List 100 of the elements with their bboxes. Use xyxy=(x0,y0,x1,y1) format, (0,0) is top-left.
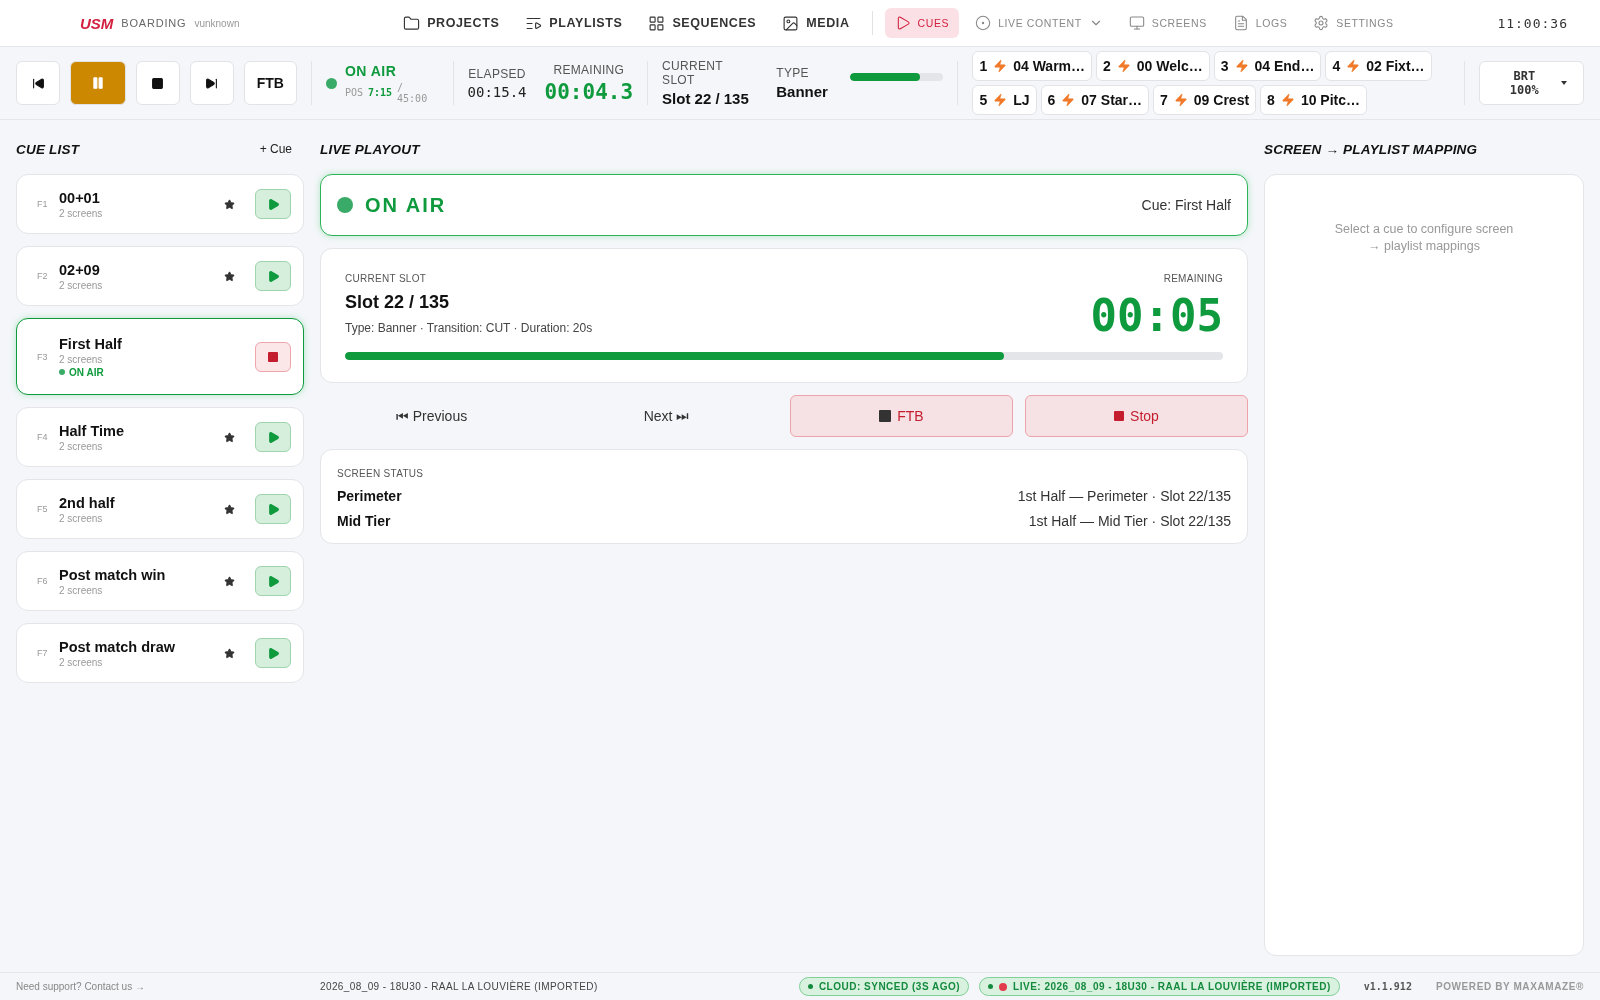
user-name: vunknown xyxy=(194,17,240,29)
cue-card[interactable]: F1 00+01 2 screens xyxy=(16,174,304,234)
on-air-status: ON AIR xyxy=(59,366,122,378)
hotkey-label: F1 xyxy=(37,199,49,209)
on-air-label: ON AIR xyxy=(344,62,398,79)
cue-card[interactable]: F3 First Half 2 screens ON AIR xyxy=(16,318,304,395)
quick-cue-button[interactable]: 7 09 Crest xyxy=(1153,85,1257,115)
cue-name: Post match win xyxy=(59,566,166,583)
cue-card[interactable]: F2 02+09 2 screens xyxy=(16,246,304,306)
next-button[interactable]: Next ⏭ xyxy=(555,395,778,437)
quick-cue-button[interactable]: 5 LJ xyxy=(972,85,1037,115)
quick-cue-button[interactable]: 4 02 Fixt… xyxy=(1325,51,1432,81)
cue-card[interactable]: F4 Half Time 2 screens xyxy=(16,407,304,467)
panel-title: SCREEN STATUS xyxy=(337,468,425,479)
slot-value: Slot 22 / 135 xyxy=(662,90,750,107)
cue-card[interactable]: F7 Post match draw 2 screens xyxy=(16,623,304,683)
slot-details: Type: Banner · Transition: CUT · Duration: 20s xyxy=(345,321,593,335)
play-icon xyxy=(266,197,280,211)
play-button[interactable] xyxy=(255,638,291,668)
nav-tab[interactable]: PLAYLISTS xyxy=(515,7,633,39)
nav-tab[interactable]: PROJECTS xyxy=(393,7,510,39)
play-button[interactable] xyxy=(255,566,291,596)
elapsed-label: ELAPSED xyxy=(468,66,526,81)
screen-count: 2 screens xyxy=(59,512,104,524)
nav-tab[interactable]: LIVE CONTENT xyxy=(965,8,1113,38)
play-button[interactable] xyxy=(255,189,291,219)
section-title: LIVE PLAYOUT xyxy=(320,141,420,157)
folder-icon xyxy=(403,14,421,32)
quick-cue-button[interactable]: 3 04 End… xyxy=(1213,51,1322,81)
nav-tab[interactable]: LOGS xyxy=(1222,8,1298,38)
quick-cue-button[interactable]: 1 04 Warm… xyxy=(972,51,1093,81)
screen-playlist: 1st Half — Perimeter · Slot 22/135 xyxy=(1017,488,1231,504)
hotkey-label: F7 xyxy=(37,648,49,658)
hotkey-label: F4 xyxy=(37,432,49,442)
quick-cue-button[interactable]: 2 00 Welc… xyxy=(1096,51,1210,81)
stop-icon xyxy=(1114,411,1125,421)
nav-tab[interactable]: SCREENS xyxy=(1118,8,1217,38)
nav-tab[interactable]: SEQUENCES xyxy=(638,7,767,39)
previous-button[interactable] xyxy=(16,61,60,105)
live-status-badge: LIVE: 2026_08_09 - 18U30 - RAAL LA LOUVIÈRE (IMPORTED) xyxy=(979,977,1340,996)
support-link[interactable]: Need support? Contact us → xyxy=(16,981,145,992)
settings-icon xyxy=(1313,15,1330,31)
record-icon xyxy=(999,982,1008,991)
add-cue-button[interactable]: + Cue xyxy=(247,142,304,156)
image-icon xyxy=(782,14,800,32)
play-icon xyxy=(266,574,280,588)
clock: 11:00:36 xyxy=(1497,15,1568,31)
cue-name: First Half xyxy=(59,335,122,352)
cue-name: 00+01 xyxy=(59,189,101,206)
screen-name: Perimeter xyxy=(337,488,402,504)
screen-count: 2 screens xyxy=(59,440,104,452)
stop-icon xyxy=(151,76,165,90)
quick-cue-button[interactable]: 8 10 Pitc… xyxy=(1260,85,1368,115)
lightning-icon xyxy=(993,59,1008,73)
next-button[interactable] xyxy=(189,61,234,105)
stop-button[interactable]: Stop xyxy=(1025,395,1248,437)
play-button[interactable] xyxy=(255,261,291,291)
product-name: BOARDING xyxy=(121,17,187,29)
nav-tab[interactable]: CUES xyxy=(884,8,960,38)
cloud-status-badge: CLOUD: SYNCED (3S AGO) xyxy=(798,977,970,996)
section-title: SCREEN → PLAYLIST MAPPING xyxy=(1264,141,1478,157)
pause-button[interactable] xyxy=(70,61,126,105)
lightning-icon xyxy=(1280,93,1295,107)
position-value: 7:15 xyxy=(367,87,393,98)
cue-name: 2nd half xyxy=(59,494,115,511)
play-icon xyxy=(266,646,280,660)
hotkey-label: F6 xyxy=(37,576,49,586)
version: v1.1.912 xyxy=(1363,981,1412,992)
remaining-label: REMAINING xyxy=(1163,273,1223,284)
remaining-time: 00:05 xyxy=(1090,294,1223,338)
ftb-button[interactable]: FTB xyxy=(790,395,1013,437)
on-air-label: ON AIR xyxy=(365,193,447,217)
lightning-icon xyxy=(1234,59,1249,73)
play-button[interactable] xyxy=(255,422,291,452)
previous-button[interactable]: ⏮ Previous xyxy=(320,395,543,437)
cue-card[interactable]: F5 2nd half 2 screens xyxy=(16,479,304,539)
hotkey-label: F2 xyxy=(37,271,49,281)
play-icon xyxy=(266,430,280,444)
document-icon xyxy=(1232,15,1249,31)
cue-card[interactable]: F6 Post match win 2 screens xyxy=(16,551,304,611)
brightness-dropdown[interactable]: BRT 100% xyxy=(1478,61,1584,105)
play-button[interactable] xyxy=(255,494,291,524)
stop-icon xyxy=(268,351,278,362)
monitor-icon xyxy=(1128,15,1145,31)
quick-cue-button[interactable]: 6 07 Star… xyxy=(1040,85,1150,115)
powered-by: POWERED BY MAXAMAZE® xyxy=(1435,981,1584,992)
ftb-button[interactable]: FTB xyxy=(243,61,297,105)
caret-icon xyxy=(1561,81,1567,85)
lightning-icon xyxy=(1061,93,1076,107)
empty-message: Select a cue to configure screen → playlist mappings xyxy=(1333,221,1515,255)
section-title: CUE LIST xyxy=(16,141,80,157)
lightning-icon xyxy=(1173,93,1188,107)
nav-tab[interactable]: SETTINGS xyxy=(1303,8,1404,38)
slot-name: Slot 22 / 135 xyxy=(345,292,451,313)
screen-count: 2 screens xyxy=(59,207,103,219)
square-icon xyxy=(879,410,892,422)
nav-tab[interactable]: MEDIA xyxy=(772,7,860,39)
cue-name: Half Time xyxy=(59,422,124,439)
grid-icon xyxy=(648,14,666,32)
screen-count: 2 screens xyxy=(59,656,104,668)
